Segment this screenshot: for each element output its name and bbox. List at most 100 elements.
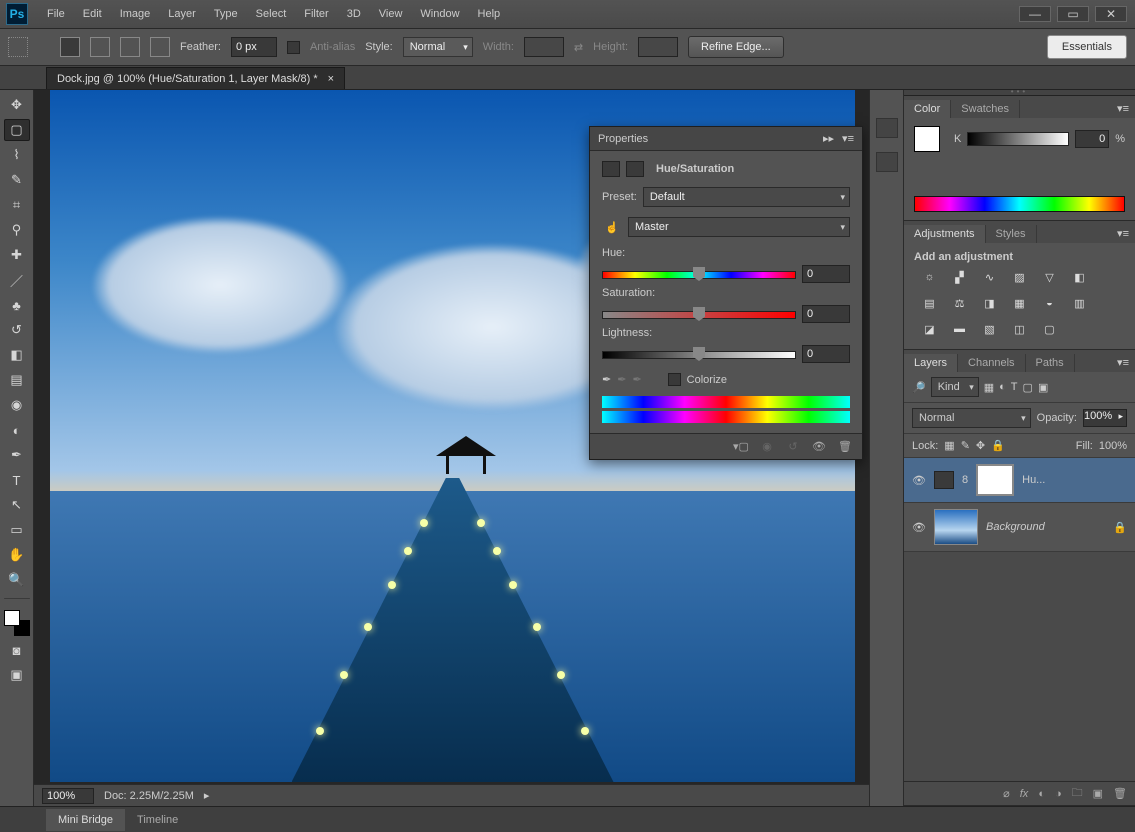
menu-file[interactable]: File	[38, 0, 74, 28]
type-tool[interactable]: T	[4, 469, 30, 491]
menu-edit[interactable]: Edit	[74, 0, 111, 28]
properties-panel[interactable]: Properties ▸▸ ▾≡ Hue/Saturation Preset: …	[589, 126, 863, 460]
targeted-adjust-icon[interactable]: ☝	[602, 221, 622, 234]
quickmask-tool[interactable]: ◙	[4, 639, 30, 661]
close-icon[interactable]: ×	[328, 73, 334, 85]
filter-adjust-icon[interactable]: ◐	[999, 381, 1006, 393]
selection-mode-subtract-icon[interactable]	[120, 37, 140, 57]
window-close-button[interactable]: ✕	[1095, 6, 1127, 22]
trash-icon[interactable]: 🗑	[1113, 787, 1127, 800]
fx-icon[interactable]: fx	[1020, 788, 1029, 800]
threshold-icon[interactable]: ◪	[919, 323, 941, 341]
filter-pixel-icon[interactable]: ▦	[984, 381, 994, 394]
eyedropper-icon[interactable]: ✒	[602, 373, 611, 386]
menu-filter[interactable]: Filter	[295, 0, 337, 28]
preset-select[interactable]: Default	[643, 187, 850, 207]
lightness-input[interactable]	[802, 345, 850, 363]
document-tab[interactable]: Dock.jpg @ 100% (Hue/Saturation 1, Layer…	[46, 67, 345, 89]
lasso-tool[interactable]: ⌇	[4, 144, 30, 166]
tool-preset-icon[interactable]	[8, 37, 28, 57]
gradient-tool[interactable]: ▤	[4, 369, 30, 391]
panel-menu-icon[interactable]: ▾≡	[842, 132, 854, 145]
layer-name[interactable]: Hu...	[1022, 474, 1127, 486]
menu-layer[interactable]: Layer	[159, 0, 205, 28]
refine-edge-button[interactable]: Refine Edge...	[688, 36, 784, 58]
brightness-adjust-icon[interactable]: ☼	[919, 271, 941, 289]
panel-menu-icon[interactable]: ▾≡	[1111, 353, 1135, 372]
group-icon[interactable]: 🗀	[1072, 784, 1083, 803]
opacity-input[interactable]: 100%	[1083, 409, 1127, 427]
new-layer-icon[interactable]: ▣	[1093, 787, 1103, 800]
fill-input[interactable]: 100%	[1099, 440, 1127, 452]
menu-help[interactable]: Help	[469, 0, 510, 28]
k-slider[interactable]	[967, 132, 1069, 146]
visibility-icon[interactable]: 👁	[912, 474, 926, 487]
layer-mask-thumb[interactable]	[976, 464, 1014, 496]
history-brush-tool[interactable]: ↺	[4, 319, 30, 341]
filter-type-icon[interactable]: T	[1011, 381, 1018, 393]
panel-menu-icon[interactable]: ▾≡	[1111, 99, 1135, 118]
gradient-map-icon[interactable]: ▬	[949, 323, 971, 341]
feather-input[interactable]	[231, 37, 277, 57]
menu-image[interactable]: Image	[111, 0, 160, 28]
lock-paint-icon[interactable]: ✎	[961, 439, 970, 452]
move-tool[interactable]: ✥	[4, 94, 30, 116]
clip-to-layer-icon[interactable]: ▾▢	[732, 440, 750, 453]
bw-adjust-icon[interactable]: ▤	[919, 297, 941, 315]
lock-all-icon[interactable]: 🔒	[991, 439, 1005, 452]
tab-adjustments[interactable]: Adjustments	[904, 225, 986, 243]
selection-mode-intersect-icon[interactable]	[150, 37, 170, 57]
path-select-tool[interactable]: ↖	[4, 494, 30, 516]
filter-shape-icon[interactable]: ▢	[1023, 381, 1033, 394]
filter-smart-icon[interactable]: ▣	[1038, 381, 1048, 394]
crop-tool[interactable]: ⌗	[4, 194, 30, 216]
canvas[interactable]: Properties ▸▸ ▾≡ Hue/Saturation Preset: …	[34, 90, 869, 806]
levels-adjust-icon[interactable]: ▞	[949, 271, 971, 289]
hue-slider[interactable]	[602, 259, 850, 287]
color-spectrum[interactable]	[914, 196, 1125, 212]
photo-filter-icon[interactable]: ⚖	[949, 297, 971, 315]
menu-type[interactable]: Type	[205, 0, 247, 28]
brush-tool[interactable]: ／	[4, 269, 30, 291]
menu-select[interactable]: Select	[247, 0, 296, 28]
curves-adjust-icon[interactable]: ∿	[979, 271, 1001, 289]
selective-color-icon[interactable]: ▧	[979, 323, 1001, 341]
lock-trans-icon[interactable]: ▦	[944, 439, 954, 452]
new-fill-icon[interactable]: ◑	[1055, 788, 1062, 800]
dodge-tool[interactable]: ◐	[4, 419, 30, 441]
visibility-icon[interactable]: 👁	[912, 521, 926, 534]
tab-styles[interactable]: Styles	[986, 225, 1037, 243]
layer-row[interactable]: 👁 Background 🔒	[904, 503, 1135, 552]
trash-icon[interactable]: 🗑	[836, 440, 854, 453]
hue-adjust-icon[interactable]: ◧	[1069, 271, 1091, 289]
tab-channels[interactable]: Channels	[958, 354, 1025, 372]
tab-swatches[interactable]: Swatches	[951, 100, 1020, 118]
window-maximize-button[interactable]: ▭	[1057, 6, 1089, 22]
pen-tool[interactable]: ✒	[4, 444, 30, 466]
status-menu-icon[interactable]: ▸	[204, 789, 210, 802]
colorize-checkbox[interactable]	[668, 373, 681, 386]
menu-3d[interactable]: 3D	[338, 0, 370, 28]
stamp-tool[interactable]: ♣	[4, 294, 30, 316]
eraser-tool[interactable]: ◧	[4, 344, 30, 366]
blur-tool[interactable]: ◉	[4, 394, 30, 416]
selection-mode-add-icon[interactable]	[90, 37, 110, 57]
workspace-switcher[interactable]: Essentials	[1047, 35, 1127, 59]
quick-select-tool[interactable]: ✎	[4, 169, 30, 191]
hand-tool[interactable]: ✋	[4, 544, 30, 566]
fg-bg-swatch[interactable]	[4, 610, 30, 636]
selection-mode-new-icon[interactable]	[60, 37, 80, 57]
panel-menu-icon[interactable]: ▾≡	[1111, 224, 1135, 243]
tab-paths[interactable]: Paths	[1026, 354, 1075, 372]
mask-icon[interactable]: ◐	[1038, 788, 1045, 800]
posterize-icon[interactable]: ▥	[1069, 297, 1091, 315]
color-lookup-icon[interactable]: ▦	[1009, 297, 1031, 315]
menu-window[interactable]: Window	[411, 0, 468, 28]
saturation-input[interactable]	[802, 305, 850, 323]
more-icon-1[interactable]: ◫	[1009, 323, 1031, 341]
exposure-adjust-icon[interactable]: ▨	[1009, 271, 1031, 289]
zoom-input[interactable]	[42, 788, 94, 804]
channel-select[interactable]: Master	[628, 217, 850, 237]
foreground-swatch[interactable]	[914, 126, 940, 152]
blend-mode-select[interactable]: Normal	[912, 408, 1031, 428]
